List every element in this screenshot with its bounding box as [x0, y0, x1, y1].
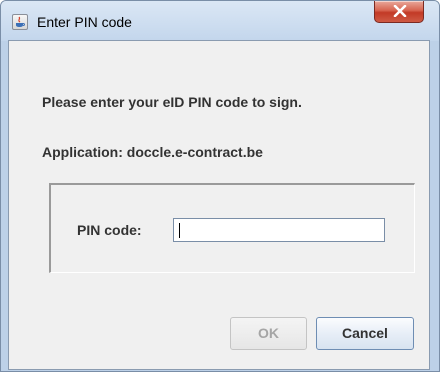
pin-code-label: PIN code: [77, 222, 142, 238]
close-icon [393, 5, 407, 17]
cancel-button[interactable]: Cancel [316, 317, 414, 350]
sign-prompt-text: Please enter your eID PIN code to sign. [42, 94, 302, 110]
pin-code-field[interactable] [173, 218, 385, 242]
text-caret [179, 223, 180, 238]
close-button[interactable] [374, 1, 424, 23]
application-text: Application: doccle.e-contract.be [42, 144, 263, 160]
java-applet-icon [12, 14, 28, 30]
window-title: Enter PIN code [37, 14, 132, 30]
ok-button[interactable]: OK [230, 317, 307, 350]
